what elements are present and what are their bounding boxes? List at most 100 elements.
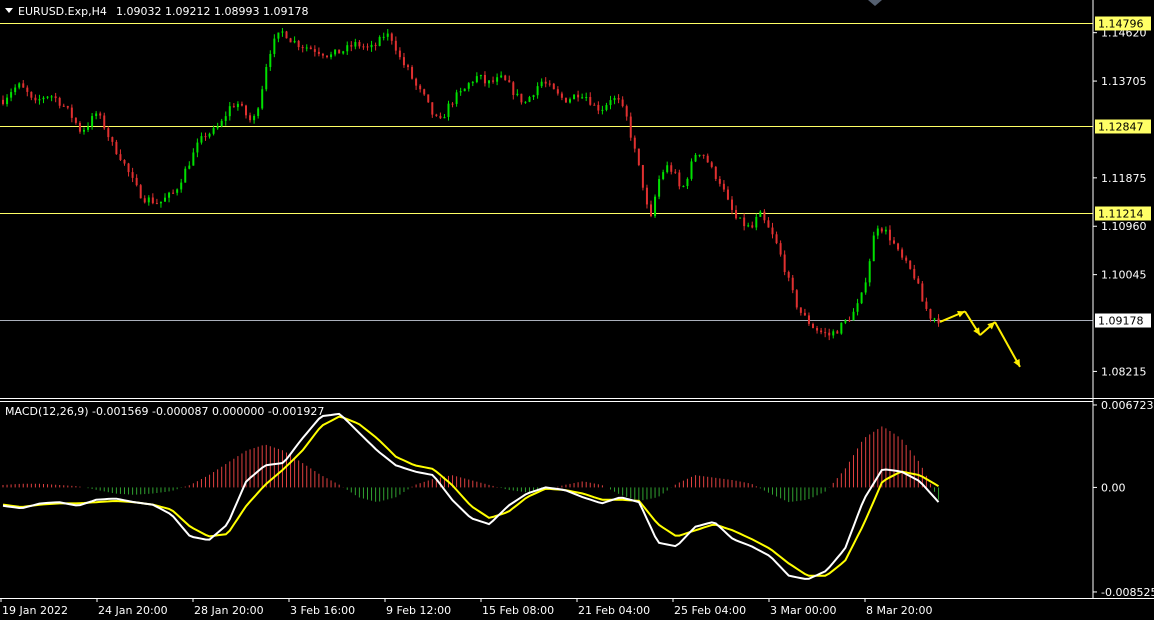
candle-body (905, 257, 908, 261)
candle-body (245, 105, 247, 116)
candle-body (346, 45, 349, 52)
candle-body (338, 49, 341, 54)
candle-body (597, 104, 600, 111)
x-tick-label: 3 Feb 16:00 (290, 604, 355, 617)
candle[interactable] (629, 112, 632, 141)
price-chart[interactable]: 1.146201.137051.118751.109601.100451.082… (0, 0, 1154, 620)
candle[interactable] (504, 74, 507, 81)
candle-body (192, 152, 195, 166)
candle-body (184, 168, 187, 183)
candle-body (880, 228, 883, 232)
candle-body (95, 113, 98, 117)
candle[interactable] (265, 63, 268, 92)
candle-body (415, 78, 418, 86)
candle-body (763, 211, 766, 221)
candle-body (771, 227, 774, 235)
candle[interactable] (139, 183, 142, 199)
candle[interactable] (641, 164, 644, 191)
candle[interactable] (654, 194, 657, 218)
candle[interactable] (289, 37, 292, 43)
candle-body (123, 159, 126, 164)
candle[interactable] (261, 85, 264, 110)
candle[interactable] (115, 139, 118, 155)
candle-body (334, 49, 337, 55)
candle-body (690, 161, 693, 179)
candle[interactable] (690, 158, 693, 181)
candle[interactable] (338, 49, 341, 54)
candle-body (224, 116, 227, 121)
candle-body (277, 32, 280, 39)
macd-y-tick-label: 0.006723 (1101, 399, 1154, 412)
candle-body (26, 87, 29, 92)
candle-body (309, 47, 312, 50)
candle-body (232, 106, 235, 108)
candle-body (99, 113, 102, 116)
candle-body (783, 254, 786, 273)
candle-body (637, 148, 640, 166)
candle-body (577, 94, 580, 98)
candle[interactable] (868, 258, 871, 287)
candle-body (58, 98, 61, 106)
candle-body (236, 103, 239, 108)
candle-body (111, 137, 114, 142)
candle[interactable] (411, 65, 414, 80)
candle[interactable] (872, 231, 875, 262)
candle-body (18, 83, 21, 88)
candle[interactable] (427, 94, 430, 103)
candle-body (273, 38, 276, 54)
candle-body (10, 92, 13, 98)
candle[interactable] (552, 82, 555, 90)
candle[interactable] (909, 260, 912, 270)
candle-body (139, 185, 142, 199)
candle-body (14, 87, 17, 93)
candle-body (164, 197, 166, 202)
candle-body (326, 55, 328, 58)
candle-body (342, 51, 345, 54)
candle-body (666, 165, 669, 173)
candle-body (658, 179, 661, 197)
candle-body (305, 47, 308, 49)
candle-body (378, 36, 381, 46)
candle[interactable] (860, 292, 863, 305)
candle-body (38, 99, 41, 101)
candle-body (87, 126, 90, 130)
candle-body (321, 53, 324, 56)
candle-body (370, 44, 373, 48)
candle[interactable] (285, 30, 288, 39)
candle-body (103, 115, 106, 129)
candle-body (289, 38, 292, 43)
candle-body (115, 141, 118, 155)
candle[interactable] (921, 281, 924, 302)
candle-body (751, 225, 754, 228)
candle-body (257, 108, 260, 116)
candle-body (83, 129, 85, 132)
candle[interactable] (795, 289, 798, 310)
candle-body (297, 40, 300, 48)
candle-body (447, 103, 450, 117)
candle-body (609, 100, 612, 106)
candle[interactable] (184, 166, 187, 183)
candle-body (876, 228, 879, 236)
candle-body (119, 154, 122, 160)
candle[interactable] (637, 148, 640, 167)
candle-body (419, 85, 422, 90)
candle-body (265, 67, 268, 90)
candle-body (147, 197, 150, 203)
x-tick-label: 24 Jan 20:00 (98, 604, 168, 617)
candle-body (706, 155, 709, 163)
candle[interactable] (714, 165, 717, 182)
candle[interactable] (840, 322, 843, 335)
candle-body (791, 277, 794, 291)
candle-body (228, 106, 231, 117)
candle-body (411, 67, 414, 79)
candle[interactable] (564, 97, 567, 103)
candle-body (317, 51, 320, 54)
macd-label: MACD(12,26,9) -0.001569 -0.000087 0.0000… (5, 405, 324, 418)
candle[interactable] (573, 94, 576, 100)
candle-body (131, 172, 134, 178)
candle-body (394, 40, 397, 51)
candle-body (613, 98, 616, 101)
candle-body (621, 99, 624, 107)
candle-body (682, 186, 685, 188)
candle-body (135, 177, 138, 186)
